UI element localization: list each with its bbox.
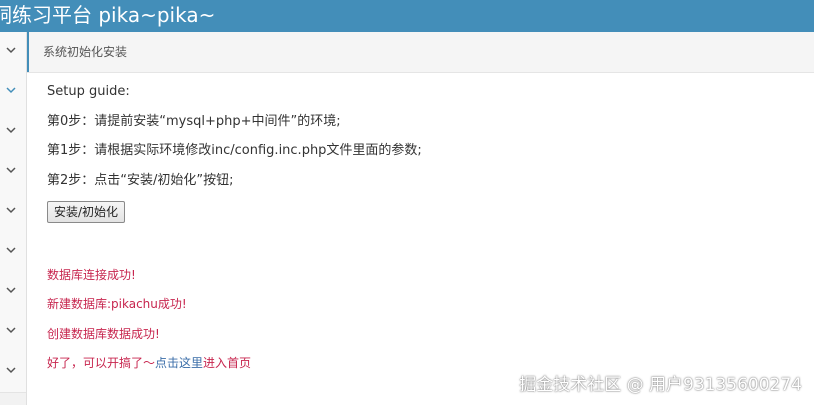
chevron-down-icon bbox=[5, 324, 17, 336]
db-connect-message: 数据库连接成功! bbox=[47, 268, 136, 282]
done-prefix: 好了，可以开搞了～ bbox=[47, 356, 156, 370]
done-suffix: 进入首页 bbox=[203, 356, 252, 370]
step-0-text: 第0步：请提前安装“mysql+php+中间件”的环境; bbox=[47, 114, 341, 129]
breadcrumb-label: 系统初始化安装 bbox=[43, 45, 128, 59]
sidebar-item-1[interactable] bbox=[0, 32, 26, 73]
step-2-text: 第2步：点击“安装/初始化”按钮; bbox=[47, 173, 234, 188]
watermark: 掘金技术社区 @ 用户93135600274 bbox=[519, 375, 802, 395]
chevron-down-icon bbox=[5, 204, 17, 216]
sidebar-item-5[interactable] bbox=[0, 192, 26, 233]
chevron-down-icon bbox=[5, 364, 17, 376]
chevron-down-icon bbox=[5, 284, 17, 296]
chevron-down-icon bbox=[5, 244, 17, 256]
sidebar-item-4[interactable] bbox=[0, 152, 26, 193]
sidebar-item-9[interactable] bbox=[0, 352, 26, 393]
sidebar-item-8[interactable] bbox=[0, 312, 26, 353]
app-title: 洞练习平台 pika~pika~ bbox=[0, 3, 216, 27]
setup-guide-heading: Setup guide: bbox=[47, 84, 130, 99]
sidebar bbox=[0, 32, 27, 405]
breadcrumb-accent bbox=[27, 32, 29, 72]
step-1-text: 第1步：请根据实际环境修改inc/config.inc.php文件里面的参数; bbox=[47, 143, 422, 158]
chevron-down-icon bbox=[5, 84, 17, 96]
click-here-link[interactable]: 点击这里 bbox=[155, 356, 203, 370]
db-create-message: 新建数据库:pikachu成功! bbox=[47, 297, 187, 311]
chevron-down-icon bbox=[5, 164, 17, 176]
sidebar-item-2[interactable] bbox=[0, 72, 26, 113]
done-message: 好了，可以开搞了～点击这里进入首页 bbox=[47, 355, 251, 371]
top-navbar: 洞练习平台 pika~pika~ bbox=[0, 0, 814, 32]
chevron-down-icon bbox=[5, 124, 17, 136]
sidebar-item-3[interactable] bbox=[0, 112, 26, 153]
chevron-down-icon bbox=[5, 44, 17, 56]
data-create-message: 创建数据库数据成功! bbox=[47, 327, 160, 341]
sidebar-item-7[interactable] bbox=[0, 272, 26, 313]
install-init-button[interactable]: 安装/初始化 bbox=[47, 201, 126, 223]
sidebar-item-6[interactable] bbox=[0, 232, 26, 273]
breadcrumb: 系统初始化安装 bbox=[27, 32, 814, 73]
